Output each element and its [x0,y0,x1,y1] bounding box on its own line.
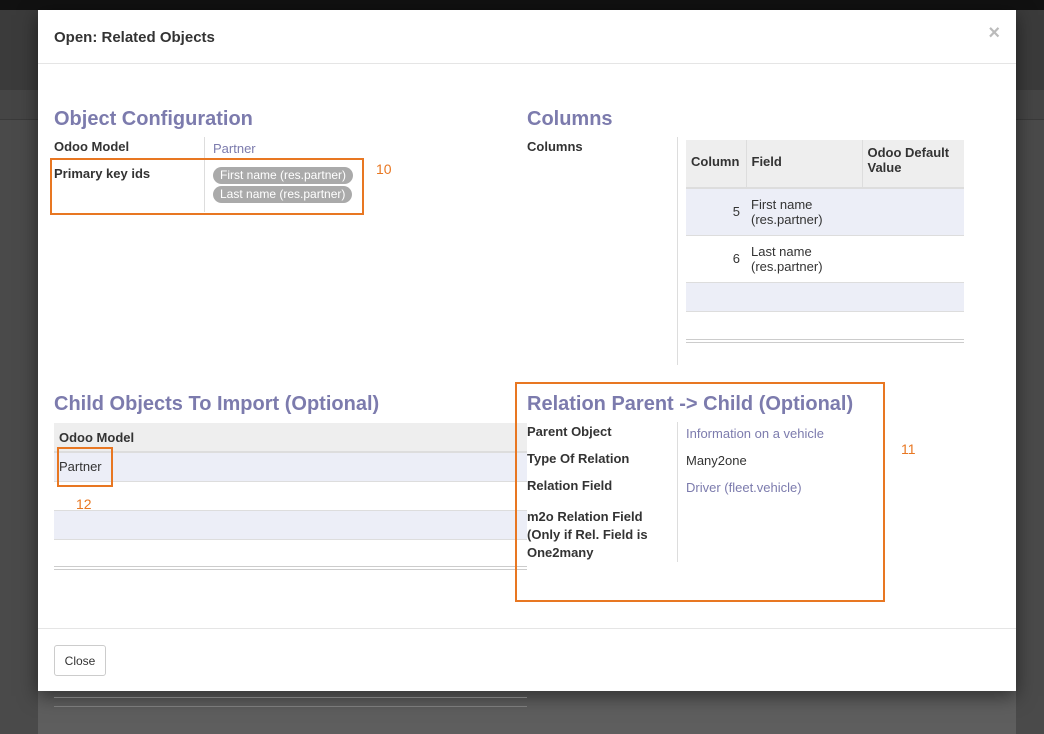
close-icon[interactable]: × [988,22,1000,45]
related-objects-dialog: Open: Related Objects × Object Configura… [38,10,1016,691]
dialog-header: Open: Related Objects × [38,10,1016,64]
column-number-cell: 5 [732,204,740,220]
dialog-footer: Close [38,628,1016,691]
default-value-cell [862,235,964,282]
column-header-field[interactable]: Field [746,140,863,189]
field-cell: Last name (res.partner) [751,243,823,274]
columns-heading: Columns [527,108,613,130]
close-button[interactable]: Close [54,645,106,676]
annotation-box-11 [515,382,885,602]
columns-label: Columns [527,139,583,154]
table-empty-row [686,311,964,341]
table-row[interactable]: 5 First name (res.partner) [686,188,964,235]
field-separator [677,137,678,365]
background-topbar [0,0,1044,10]
table-row[interactable]: Partner [54,452,527,481]
table-row[interactable]: 6 Last name (res.partner) [686,235,964,282]
annotation-box-10 [50,158,364,215]
annotation-box-12 [57,447,113,487]
table-empty-row [54,481,527,510]
column-header-default-value[interactable]: Odoo Default Value [862,140,964,189]
field-cell: First name (res.partner) [751,196,823,227]
annotation-label-11: 11 [901,441,916,457]
background-table-edge [54,697,527,707]
child-model-cell: Partner [59,459,102,475]
table-empty-row [686,282,964,311]
child-objects-heading: Child Objects To Import (Optional) [54,393,380,415]
odoo-model-value[interactable]: Partner [213,140,256,158]
dialog-title: Open: Related Objects [54,29,215,46]
column-number-cell: 6 [732,251,740,266]
object-configuration-heading: Object Configuration [54,108,253,130]
annotation-label-12: 12 [76,496,92,512]
columns-table: Column Field Odoo Default Value 5 First … [686,140,964,343]
table-empty-row [54,539,527,568]
child-objects-table: Odoo Model Partner [54,423,527,570]
default-value-cell [862,188,964,235]
column-header-column[interactable]: Column [686,140,747,189]
table-empty-row [54,510,527,539]
annotation-label-10: 10 [376,161,392,177]
odoo-model-label: Odoo Model [54,139,130,154]
child-header-odoo-model[interactable]: Odoo Model [54,423,527,453]
